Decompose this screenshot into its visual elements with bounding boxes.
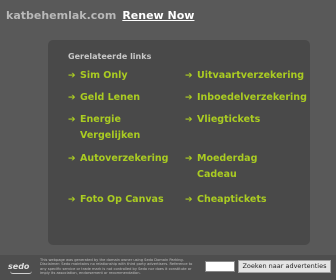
link-label-line2: Vergelijken bbox=[80, 130, 141, 141]
link-energie-vergelijken[interactable]: ➔ Energie Vergelijken bbox=[68, 112, 140, 144]
link-label: Sim Only bbox=[80, 70, 128, 81]
link-label: Foto Op Canvas bbox=[80, 194, 164, 205]
link-label: Vliegtickets bbox=[197, 114, 261, 125]
search-ads-button[interactable]: Zoeken naar advertenties bbox=[238, 260, 331, 273]
link-label-line1: Energie bbox=[80, 114, 121, 125]
link-sim-only[interactable]: ➔ Sim Only bbox=[68, 68, 128, 84]
footer-bar: sedo This webpage was generated by the d… bbox=[0, 255, 336, 280]
link-label: Inboedelverzekering bbox=[197, 92, 307, 103]
link-autoverzekering[interactable]: ➔ Autoverzekering bbox=[68, 151, 169, 167]
link-geld-lenen[interactable]: ➔ Geld Lenen bbox=[68, 90, 140, 106]
sedo-logo: sedo bbox=[6, 258, 34, 276]
link-label-line2: Cadeau bbox=[197, 169, 237, 180]
link-label-line1: Moederdag bbox=[197, 153, 258, 164]
link-vliegtickets[interactable]: ➔ Vliegtickets bbox=[185, 112, 260, 128]
link-uitvaartverzekering[interactable]: ➔ Uitvaartverzekering bbox=[185, 68, 304, 84]
arrow-right-icon: ➔ bbox=[185, 154, 193, 164]
related-links-panel: Gerelateerde links ➔ Sim Only ➔ Uitvaart… bbox=[48, 40, 310, 245]
arrow-right-icon: ➔ bbox=[68, 115, 76, 125]
link-label: Uitvaartverzekering bbox=[197, 70, 305, 81]
link-label: Autoverzekering bbox=[80, 153, 169, 164]
arrow-right-icon: ➔ bbox=[68, 71, 76, 81]
arrow-right-icon: ➔ bbox=[185, 115, 193, 125]
search-input[interactable] bbox=[205, 261, 235, 272]
panel-title: Gerelateerde links bbox=[68, 52, 152, 61]
sedo-logo-text: sedo bbox=[8, 262, 30, 271]
arrow-right-icon: ➔ bbox=[185, 93, 193, 103]
sedo-swoosh-icon bbox=[10, 271, 32, 274]
link-cheaptickets[interactable]: ➔ Cheaptickets bbox=[185, 192, 267, 208]
header-bar: katbehemlak.com Renew Now bbox=[0, 0, 336, 30]
disclaimer-text: This webpage was generated by the domain… bbox=[40, 258, 193, 276]
link-moederdag-cadeau[interactable]: ➔ Moederdag Cadeau bbox=[185, 151, 257, 183]
arrow-right-icon: ➔ bbox=[185, 71, 193, 81]
arrow-right-icon: ➔ bbox=[68, 195, 76, 205]
domain-name: katbehemlak.com bbox=[6, 8, 117, 22]
link-label: Cheaptickets bbox=[197, 194, 267, 205]
link-foto-op-canvas[interactable]: ➔ Foto Op Canvas bbox=[68, 192, 164, 208]
arrow-right-icon: ➔ bbox=[68, 93, 76, 103]
link-label: Geld Lenen bbox=[80, 92, 141, 103]
arrow-right-icon: ➔ bbox=[185, 195, 193, 205]
arrow-right-icon: ➔ bbox=[68, 154, 76, 164]
renew-now-link[interactable]: Renew Now bbox=[122, 9, 194, 22]
link-inboedelverzekering[interactable]: ➔ Inboedelverzekering bbox=[185, 90, 307, 106]
